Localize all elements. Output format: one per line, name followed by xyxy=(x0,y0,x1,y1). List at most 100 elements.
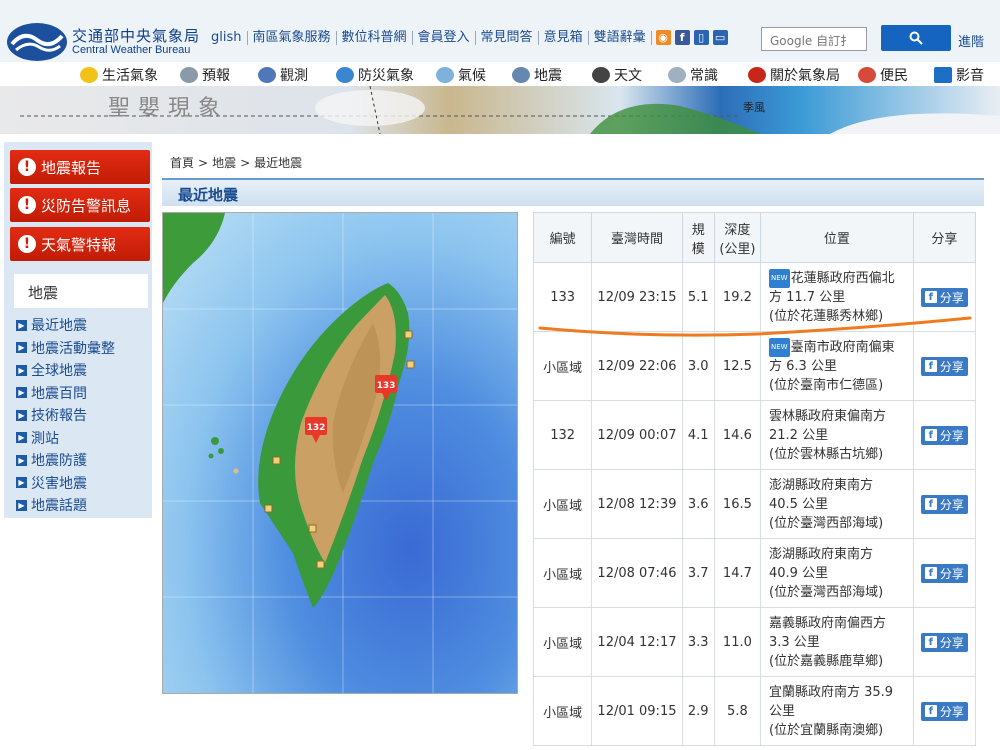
cell-location[interactable]: 澎湖縣政府東南方 40.5 公里 (位於臺灣西部海域) xyxy=(760,469,914,539)
table-row[interactable]: 小區域 12/08 12:39 3.6 16.5 澎湖縣政府東南方 40.5 公里 (位於臺… xyxy=(532,469,977,539)
alert-icon: ! xyxy=(18,235,36,253)
link-science[interactable]: 數位科普網 xyxy=(337,30,413,45)
alert-weather-warning[interactable]: ! 天氣警特報 xyxy=(10,227,150,261)
earthquake-table-body: 133 12/09 23:15 5.1 19.2 NEW 花蓮縣政府西偏北方 11.7 公… xyxy=(532,262,977,746)
sidebar-item-faq[interactable]: ▶ 地震百問 xyxy=(16,382,115,405)
facebook-icon[interactable]: f xyxy=(674,30,690,45)
nav-observation[interactable]: 觀測 xyxy=(258,65,308,85)
sun-icon xyxy=(80,67,98,83)
link-faq[interactable]: 常見問答 xyxy=(476,30,539,45)
col-number: 編號 xyxy=(532,212,593,263)
link-english[interactable]: glish xyxy=(206,30,248,45)
cell-magnitude: 3.3 xyxy=(681,607,715,677)
link-login[interactable]: 會員登入 xyxy=(413,30,476,45)
sidebar-item-reports[interactable]: ▶ 技術報告 xyxy=(16,404,115,427)
alert-disaster-warning[interactable]: ! 災防告警訊息 xyxy=(10,188,150,222)
arrow-icon: ▶ xyxy=(16,342,27,354)
sidebar-item-stations[interactable]: ▶ 測站 xyxy=(16,427,115,450)
sidebar-section-title: 地震 xyxy=(14,274,148,308)
nav-forecast[interactable]: 預報 xyxy=(180,65,230,85)
nav-astronomy[interactable]: 天文 xyxy=(592,65,642,85)
knowledge-icon xyxy=(668,67,686,83)
earthquake-table: 編號 臺灣時間 規模 深度 (公里) 位置 分享 133 12/09 23:15 5.… xyxy=(532,212,977,746)
search-button[interactable] xyxy=(881,25,951,51)
cell-time: 12/04 12:17 xyxy=(591,607,683,677)
cell-number: 小區域 xyxy=(532,538,593,608)
nav-about[interactable]: 關於氣象局 xyxy=(748,65,840,85)
cell-location[interactable]: 嘉義縣政府南偏西方 3.3 公里 (位於嘉義縣鹿草鄉) xyxy=(760,607,914,677)
breadcrumb-home[interactable]: 首頁 xyxy=(170,156,194,170)
cell-time: 12/09 22:06 xyxy=(591,331,683,401)
cell-location[interactable]: NEW 花蓮縣政府西偏北方 11.7 公里 (位於花蓮縣秀林鄉) xyxy=(760,262,914,332)
nav-media[interactable]: 影音 xyxy=(934,65,984,85)
cell-magnitude: 3.0 xyxy=(681,331,715,401)
share-button[interactable]: f 分享 xyxy=(920,287,968,307)
alert-earthquake-report[interactable]: ! 地震報告 xyxy=(10,150,150,184)
cell-location[interactable]: 雲林縣政府東偏南方 21.2 公里 (位於雲林縣古坑鄉) xyxy=(760,400,914,470)
cell-location[interactable]: NEW 臺南市政府南偏東方 6.3 公里 (位於臺南市仁德區) xyxy=(760,331,914,401)
table-row[interactable]: 132 12/09 00:07 4.1 14.6 雲林縣政府東偏南方 21.2 公里 (位於… xyxy=(532,400,977,470)
cell-depth: 11.0 xyxy=(713,607,762,677)
nav-disaster[interactable]: 防災氣象 xyxy=(336,65,414,85)
google-search-input[interactable]: Google 自訂扌 xyxy=(761,27,867,51)
sidebar-list: ▶ 最近地震 ▶ 地震活動彙整 ▶ 全球地震 ▶ 地震百問 ▶ 技術報告 ▶ 測站 ▶ 地震防… xyxy=(16,314,115,517)
cell-share: f 分享 xyxy=(912,607,977,677)
cell-number: 小區域 xyxy=(532,676,593,746)
nav-life-weather[interactable]: 生活氣象 xyxy=(80,65,158,85)
logo-zh-text: 交通部中央氣象局 xyxy=(72,26,201,45)
advanced-search-link[interactable]: 進階 xyxy=(958,31,984,50)
facebook-icon: f xyxy=(924,636,937,648)
breadcrumb-current: 最近地震 xyxy=(254,156,303,170)
link-south-service[interactable]: 南區氣象服務 xyxy=(248,30,337,45)
nav-climate[interactable]: 氣候 xyxy=(436,65,486,85)
mobile-icon[interactable]: ▯ xyxy=(693,30,709,45)
cell-share: f 分享 xyxy=(912,469,977,539)
cell-depth: 14.7 xyxy=(713,538,762,608)
arrow-icon: ▶ xyxy=(16,454,27,466)
earthquake-map[interactable]: 133 132 xyxy=(162,212,518,694)
cell-magnitude: 4.1 xyxy=(681,400,715,470)
cell-magnitude: 3.7 xyxy=(681,538,715,608)
share-button[interactable]: f 分享 xyxy=(920,563,968,583)
table-row[interactable]: 小區域 12/09 22:06 3.0 12.5 NEW 臺南市政府南偏東方 6.3 公里… xyxy=(532,331,977,401)
sidebar-item-recent[interactable]: ▶ 最近地震 xyxy=(16,314,115,337)
rss-icon[interactable]: ◉ xyxy=(655,30,671,45)
table-row[interactable]: 小區域 12/01 09:15 2.9 5.8 宜蘭縣政府南方 35.9 公里 (位於宜蘭縣… xyxy=(532,676,977,746)
breadcrumb-earthquake[interactable]: 地震 xyxy=(212,156,236,170)
climate-icon xyxy=(436,67,454,83)
cell-share: f 分享 xyxy=(912,262,977,332)
sidebar-item-activity[interactable]: ▶ 地震活動彙整 xyxy=(16,337,115,360)
share-button[interactable]: f 分享 xyxy=(920,356,968,376)
sidebar-item-global[interactable]: ▶ 全球地震 xyxy=(16,359,115,382)
col-depth: 深度 (公里) xyxy=(713,212,762,263)
svg-text:133: 133 xyxy=(377,381,396,391)
breadcrumb: 首頁 > 地震 > 最近地震 xyxy=(170,156,303,170)
play-icon xyxy=(934,67,952,83)
sidebar-item-topics[interactable]: ▶ 地震話題 xyxy=(16,494,115,517)
cell-location[interactable]: 澎湖縣政府東南方 40.9 公里 (位於臺灣西部海域) xyxy=(760,538,914,608)
site-logo[interactable]: 交通部中央氣象局 Central Weather Bureau xyxy=(6,22,200,62)
tablet-icon[interactable]: ▭ xyxy=(712,30,728,45)
share-button[interactable]: f 分享 xyxy=(920,632,968,652)
arrow-icon: ▶ xyxy=(16,319,27,331)
facebook-icon: f xyxy=(924,291,937,303)
nav-earthquake[interactable]: 地震 xyxy=(512,65,562,85)
sidebar-item-disasters[interactable]: ▶ 災害地震 xyxy=(16,472,115,495)
cell-magnitude: 3.6 xyxy=(681,469,715,539)
share-button[interactable]: f 分享 xyxy=(920,701,968,721)
globe-icon xyxy=(336,67,354,83)
sidebar-item-protection[interactable]: ▶ 地震防護 xyxy=(16,449,115,472)
col-location: 位置 xyxy=(760,212,914,263)
link-glossary[interactable]: 雙語辭彙 xyxy=(589,30,652,45)
share-button[interactable]: f 分享 xyxy=(920,425,968,445)
arrow-icon: ▶ xyxy=(16,477,27,489)
nav-convenience[interactable]: 便民 xyxy=(858,65,908,85)
cell-location[interactable]: 宜蘭縣政府南方 35.9 公里 (位於宜蘭縣南澳鄉) xyxy=(760,676,914,746)
person-icon xyxy=(748,67,766,83)
table-row[interactable]: 小區域 12/04 12:17 3.3 11.0 嘉義縣政府南偏西方 3.3 公里 (位於嘉… xyxy=(532,607,977,677)
share-button[interactable]: f 分享 xyxy=(920,494,968,514)
table-row[interactable]: 小區域 12/08 07:46 3.7 14.7 澎湖縣政府東南方 40.9 公里 (位於臺… xyxy=(532,538,977,608)
table-row[interactable]: 133 12/09 23:15 5.1 19.2 NEW 花蓮縣政府西偏北方 11.7 公… xyxy=(532,262,977,332)
nav-knowledge[interactable]: 常識 xyxy=(668,65,718,85)
link-feedback[interactable]: 意見箱 xyxy=(539,30,589,45)
